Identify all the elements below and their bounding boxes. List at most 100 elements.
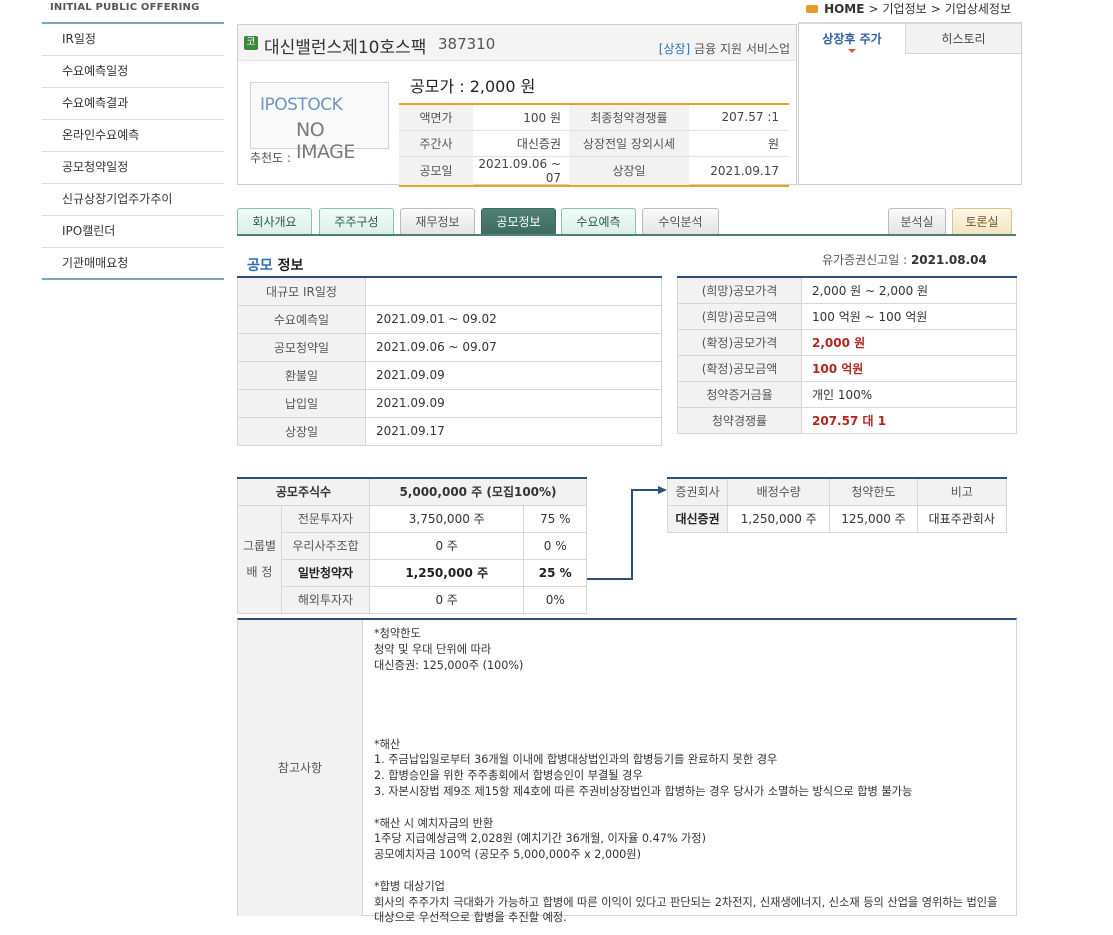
- noimage-text-bottom: NO IMAGE: [296, 119, 355, 163]
- table-cell-label: 청약증거금율: [677, 380, 802, 408]
- company-summary-table: 액면가 100 원 최종청약경쟁률 207.57 :1 주간사 대신증권 상장전…: [399, 103, 789, 187]
- table-cell-value: 1,250,000 주: [727, 504, 831, 533]
- table-row: 대규모 IR일정: [237, 276, 662, 306]
- table-row: 일반청약자 1,250,000 주 25 %: [238, 558, 587, 587]
- table-cell-value: 100 원: [473, 104, 569, 131]
- table-cell-label: 환불일: [237, 360, 366, 390]
- notes-box: 참고사항 *청약한도 청약 및 우대 단위에 따라 대신증권: 125,000주…: [237, 618, 1017, 924]
- connector-arrow-icon: [587, 486, 667, 580]
- table-cell-label: (희망)공모금액: [677, 302, 802, 330]
- group-label-line2: 배 정: [246, 565, 273, 579]
- table-cell-value: 2021.09.09: [365, 388, 662, 418]
- tab-shareholders[interactable]: 주주구성: [319, 208, 394, 234]
- table-row: 청약경쟁률 207.57 대 1: [677, 406, 1017, 434]
- company-logo-placeholder: IPOSTOCK NO IMAGE: [250, 82, 389, 163]
- breadcrumb-separator: >: [930, 1, 941, 16]
- table-cell-label: 우리사주조합: [281, 531, 370, 560]
- table-cell-value: 0%: [523, 585, 587, 614]
- group-allocation-label: 그룹별배 정: [237, 504, 282, 614]
- table-cell-value: 2,000 원: [801, 328, 1017, 356]
- kosdaq-badge: 코: [244, 36, 258, 50]
- offer-price: 공모가 : 2,000 원: [410, 73, 535, 97]
- table-cell-value: 2021.09.17: [710, 163, 779, 178]
- table-cell-label: 상장전일 장외시세: [569, 130, 689, 157]
- table-cell-value: 2021.09.09: [365, 360, 662, 390]
- table-cell-value: 0 주: [368, 585, 525, 614]
- table-row: 환불일 2021.09.09: [237, 360, 662, 390]
- sidebar-item-ipo-calendar[interactable]: IPO캘린더: [42, 216, 224, 248]
- offer-price-label: 공모가 :: [410, 77, 465, 96]
- filing-date-value: 2021.08.04: [910, 253, 987, 267]
- table-cell-value: 2021.09.01 ~ 09.02: [365, 304, 662, 334]
- section-title-rest: 정보: [272, 258, 304, 274]
- breadcrumb-company-detail: 기업상세정보: [944, 2, 1011, 16]
- table-cell-label: 공모일: [399, 156, 473, 186]
- table-header-cell: 증권회사: [666, 477, 729, 506]
- table-cell-value: 125,000 주: [829, 504, 918, 533]
- table-row: 그룹별 배 정 전문투자자 3,750,000 주 75 %: [237, 504, 587, 614]
- table-cell-label: 액면가: [399, 104, 473, 131]
- table-row: 수요예측일 2021.09.01 ~ 09.02: [237, 304, 662, 334]
- tab-return-analysis[interactable]: 수익분석: [642, 208, 719, 234]
- sidebar-item-online-demand-forecast[interactable]: 온라인수요예측: [42, 120, 224, 152]
- table-row: (확정)공모금액 100 억원: [677, 354, 1017, 382]
- recommend-label: 추천도 :: [250, 151, 291, 165]
- sidebar-item-institution-trade-request[interactable]: 기관매매요청: [42, 248, 224, 280]
- table-cell-value: 2021.09.17: [365, 416, 662, 446]
- company-name: 대신밸런스제10호스팩: [264, 38, 427, 58]
- table-cell-value: 100 억원: [801, 354, 1017, 382]
- table-row: 대신증권 1,250,000 주 125,000 주 대표주관회사: [666, 504, 1008, 533]
- tab-company-overview[interactable]: 회사개요: [237, 208, 312, 234]
- breadcrumb-home[interactable]: HOME: [824, 2, 864, 16]
- table-cell-label: 납입일: [237, 388, 366, 418]
- tab-discussion-room[interactable]: 토론실: [952, 208, 1012, 234]
- sidebar-item-new-listing-price-trend[interactable]: 신규상장기업주가추이: [42, 184, 224, 216]
- sidebar-item-subscription-schedule[interactable]: 공모청약일정: [42, 152, 224, 184]
- caret-down-icon: [848, 49, 856, 53]
- table-row: 액면가 100 원 최종청약경쟁률 207.57 :1: [399, 104, 789, 131]
- noimage-text-top: IPOSTOCK: [260, 95, 343, 115]
- offer-price-value: 2,000 원: [469, 77, 536, 96]
- table-cell-value: 5,000,000 주 (모집100%): [369, 477, 587, 506]
- group-label-line1: 그룹별: [242, 539, 277, 553]
- table-cell-label: 주간사: [399, 130, 473, 157]
- table-cell-label: 청약경쟁률: [677, 406, 802, 434]
- table-cell-value: 2,000 원 ~ 2,000 원: [801, 276, 1017, 304]
- tab-history[interactable]: 히스토리: [905, 24, 1021, 54]
- sidebar-menu: IR일정 수요예측일정 수요예측결과 온라인수요예측 공모청약일정 신규상장기업…: [42, 22, 224, 280]
- table-cell-value: 25 %: [523, 558, 587, 587]
- broker-table: 증권회사 배정수량 청약한도 비고 대신증권 1,250,000 주 125,0…: [666, 477, 1008, 533]
- tab-financials[interactable]: 재무정보: [400, 208, 475, 234]
- tab-analysis-room[interactable]: 분석실: [888, 208, 946, 234]
- company-status: [상장] 금융 지원 서비스업: [659, 40, 790, 57]
- company-header: 코 대신밸런스제10호스팩 387310 [상장] 금융 지원 서비스업: [238, 25, 796, 61]
- filing-date: 유가증권신고일 : 2021.08.04: [822, 251, 987, 268]
- sidebar-item-demand-forecast-result[interactable]: 수요예측결과: [42, 88, 224, 120]
- table-row: 공모주식수 5,000,000 주 (모집100%): [237, 477, 587, 506]
- sidebar-item-ir-schedule[interactable]: IR일정: [42, 24, 224, 56]
- table-row: 증권회사 배정수량 청약한도 비고: [666, 477, 1008, 506]
- table-row: (희망)공모가격 2,000 원 ~ 2,000 원: [677, 276, 1017, 304]
- tab-offering-info[interactable]: 공모정보: [481, 208, 556, 234]
- section-title: 공모 정보: [247, 255, 303, 275]
- table-cell-label: 수요예측일: [237, 304, 366, 334]
- breadcrumb-company-info[interactable]: 기업정보: [883, 0, 927, 17]
- tab-underline: [237, 234, 1016, 236]
- table-cell-label: 해외투자자: [281, 585, 370, 614]
- table-cell-value: 0 주: [368, 531, 525, 560]
- table-row: (희망)공모금액 100 억원 ~ 100 억원: [677, 302, 1017, 330]
- table-row: 청약증거금율 개인 100%: [677, 380, 1017, 408]
- table-row: 주간사 대신증권 상장전일 장외시세 원: [399, 130, 789, 157]
- filing-date-label: 유가증권신고일 :: [822, 253, 911, 267]
- sidebar-item-demand-forecast-schedule[interactable]: 수요예측일정: [42, 56, 224, 88]
- tab-demand-forecast[interactable]: 수요예측: [561, 208, 636, 234]
- table-cell-value: 3,750,000 주: [368, 504, 525, 533]
- table-cell-value: 207.57 :1: [689, 104, 789, 131]
- table-cell-label: 공모주식수: [237, 477, 370, 506]
- table-row: 상장일 2021.09.17: [237, 416, 662, 446]
- table-cell-value: 0 %: [523, 531, 587, 560]
- listing-status: [상장]: [658, 42, 691, 56]
- table-header-cell: 청약한도: [829, 477, 918, 506]
- company-card: 코 대신밸런스제10호스팩 387310 [상장] 금융 지원 서비스업 IPO…: [237, 24, 797, 187]
- table-cell-value: 75 %: [523, 504, 587, 533]
